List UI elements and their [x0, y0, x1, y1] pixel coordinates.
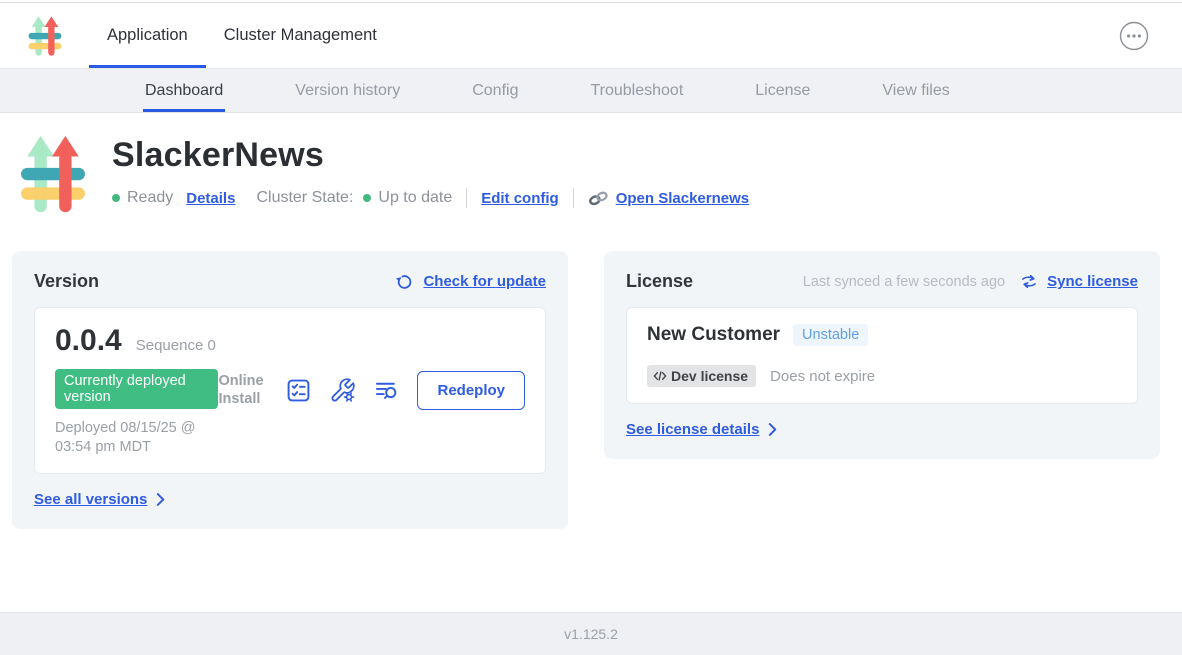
status-details-link[interactable]: Details	[186, 190, 235, 207]
deployed-version-badge: Currently deployed version	[55, 369, 218, 409]
last-synced-label: Last synced a few seconds ago	[803, 274, 1005, 290]
tab-application-label: Application	[107, 26, 188, 45]
sequence-label: Sequence 0	[136, 337, 216, 354]
dashboard-cards: Version Check for update 0.0.4 Sequence …	[12, 251, 1160, 529]
app-status-label: Ready	[127, 189, 173, 207]
subnav-item-view-files[interactable]: View files	[882, 69, 949, 112]
sync-license-link[interactable]: Sync license	[1020, 273, 1138, 290]
channel-badge: Unstable	[793, 324, 868, 346]
version-actions: Online Install	[218, 371, 525, 410]
sync-icon	[1020, 273, 1038, 290]
version-card-title: Version	[34, 271, 99, 292]
customer-name: New Customer	[647, 324, 780, 346]
main-nav: Application Cluster Management	[0, 3, 1182, 69]
nav-spacer	[395, 3, 1119, 68]
preflight-checks-icon	[285, 377, 312, 404]
license-card: License Last synced a few seconds ago Sy…	[604, 251, 1160, 459]
subnav-item-config[interactable]: Config	[472, 69, 518, 112]
top-tabs: Application Cluster Management	[89, 3, 395, 68]
current-version-panel: 0.0.4 Sequence 0 Currently deployed vers…	[34, 307, 546, 474]
subnav-item-version-history[interactable]: Version history	[295, 69, 400, 112]
license-expiry: Does not expire	[770, 368, 875, 385]
cluster-state-dot	[363, 194, 371, 202]
license-info-panel: New Customer Unstable Dev license Does n…	[626, 307, 1138, 404]
console-version-label: v1.125.2	[564, 626, 618, 642]
more-options-button[interactable]	[1119, 21, 1149, 51]
version-card: Version Check for update 0.0.4 Sequence …	[12, 251, 568, 529]
divider	[573, 188, 574, 208]
active-subnav-underline	[143, 109, 225, 112]
divider	[466, 188, 467, 208]
page-title: SlackerNews	[112, 136, 749, 175]
chevron-right-icon	[156, 493, 165, 506]
license-type-tag: Dev license	[647, 365, 756, 387]
cluster-state-label: Cluster State:	[256, 189, 353, 207]
ellipsis-icon	[1119, 21, 1149, 51]
redeploy-button[interactable]: Redeploy	[417, 371, 525, 410]
tab-cluster-management[interactable]: Cluster Management	[206, 3, 395, 68]
config-wrench-icon	[329, 377, 356, 404]
version-number: 0.0.4	[55, 324, 122, 358]
tab-application[interactable]: Application	[89, 3, 206, 68]
chain-link-icon	[588, 191, 609, 206]
view-logs-button[interactable]	[373, 377, 400, 404]
slackernews-app-icon	[20, 130, 86, 218]
app-header: SlackerNews Ready Details Cluster State:…	[20, 130, 1182, 218]
code-icon	[653, 370, 667, 382]
license-card-title: License	[626, 271, 693, 292]
subnav-item-dashboard[interactable]: Dashboard	[145, 69, 223, 112]
console-footer: v1.125.2	[0, 612, 1182, 655]
app-subnav: Dashboard Version history Config Trouble…	[0, 69, 1182, 113]
see-all-versions-link[interactable]: See all versions	[34, 491, 165, 508]
kots-logo-icon	[28, 15, 62, 57]
view-logs-icon	[373, 377, 400, 404]
cluster-state-value: Up to date	[378, 189, 452, 207]
preflight-checks-button[interactable]	[285, 377, 312, 404]
edit-config-link[interactable]: Edit config	[481, 190, 559, 207]
see-license-details-link[interactable]: See license details	[626, 421, 777, 438]
check-for-update-link[interactable]: Check for update	[395, 272, 546, 291]
refresh-icon	[395, 272, 414, 291]
tab-cluster-management-label: Cluster Management	[224, 26, 377, 45]
app-status-dot	[112, 194, 120, 202]
active-tab-underline	[89, 65, 206, 68]
subnav-item-license[interactable]: License	[755, 69, 810, 112]
version-config-button[interactable]	[329, 377, 356, 404]
app-status-row: Ready Details Cluster State: Up to date …	[112, 188, 749, 208]
subnav-item-troubleshoot[interactable]: Troubleshoot	[590, 69, 683, 112]
chevron-right-icon	[768, 423, 777, 436]
version-info-column: 0.0.4 Sequence 0 Currently deployed vers…	[55, 324, 218, 457]
open-app-link[interactable]: Open Slackernews	[588, 190, 749, 207]
deployed-timestamp: Deployed 08/15/25 @ 03:54 pm MDT	[55, 419, 218, 457]
install-type-label: Online Install	[218, 372, 268, 408]
